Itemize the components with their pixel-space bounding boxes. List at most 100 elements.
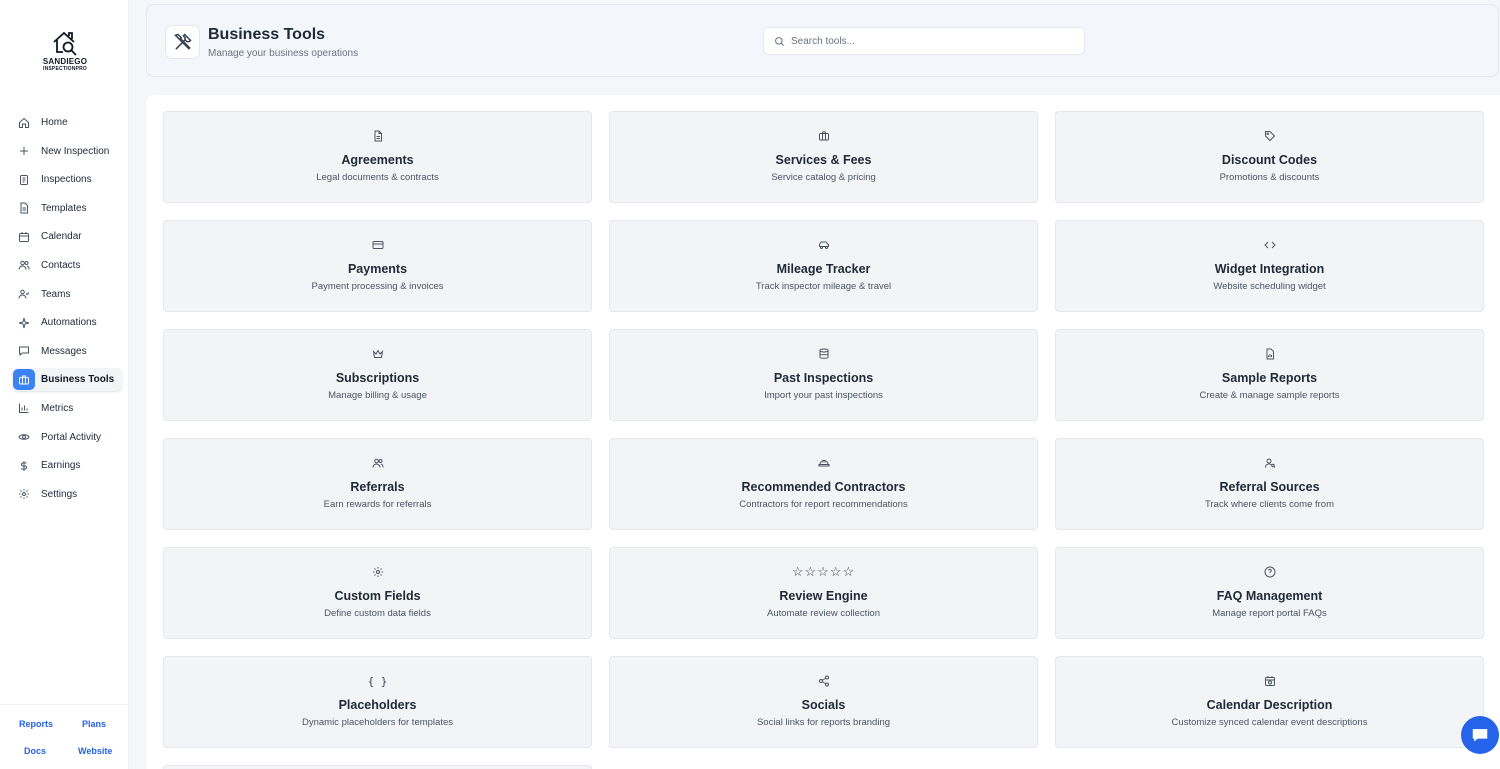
plus-icon: [17, 144, 31, 158]
tool-card-description: Contractors for report recommendations: [739, 499, 908, 510]
tool-card-title: Placeholders: [338, 698, 417, 712]
sidebar-footer: Reports Plans Docs Website: [0, 704, 129, 769]
eye-icon: [17, 430, 31, 444]
tool-card-title: Subscriptions: [335, 371, 420, 385]
tool-card-title: Review Engine: [779, 589, 868, 603]
sidebar-item-label: Inspections: [41, 174, 92, 186]
tool-card-description: Payment processing & invoices: [311, 281, 444, 292]
tool-card-sample-reports[interactable]: Sample Reports Create & manage sample rep…: [1055, 329, 1484, 421]
tool-card-description: Earn rewards for referrals: [323, 499, 432, 510]
tools-icon: [165, 25, 200, 59]
sidebar-item-label: Calendar: [41, 231, 82, 243]
sidebar-item-inspections[interactable]: Inspections: [12, 168, 122, 191]
tag-icon: [1056, 129, 1483, 143]
tool-card-widget-integration[interactable]: Widget Integration Website scheduling wid…: [1055, 220, 1484, 312]
tool-card-referrals[interactable]: Referrals Earn rewards for referrals: [163, 438, 592, 530]
users-icon: [164, 456, 591, 470]
brand-name: SANDIEGO: [42, 57, 88, 66]
tool-card-recommended-contractors[interactable]: Recommended Contractors Contractors for r…: [609, 438, 1038, 530]
sidebar-item-home[interactable]: Home: [12, 111, 122, 134]
tool-card-title: Past Inspections: [773, 371, 874, 385]
tool-card-title: Payments: [347, 262, 408, 276]
reports-link[interactable]: Reports: [19, 719, 53, 729]
tool-card-title: Custom Fields: [334, 589, 421, 603]
tool-card-discount-codes[interactable]: Discount Codes Promotions & discounts: [1055, 111, 1484, 203]
tool-card-past-inspections[interactable]: Past Inspections Import your past inspect…: [609, 329, 1038, 421]
calendar-icon: [17, 230, 31, 244]
tool-card-socials[interactable]: Socials Social links for reports branding: [609, 656, 1038, 748]
sidebar-item-label: New Inspection: [41, 145, 110, 157]
search-input[interactable]: [791, 35, 1071, 47]
sidebar-item-automations[interactable]: Automations: [12, 311, 122, 334]
sidebar-item-templates[interactable]: Templates: [12, 197, 122, 220]
tool-card-description: Define custom data fields: [324, 608, 431, 619]
brand-subname: INSPECTIONPRO: [43, 66, 87, 72]
tool-card-calendar-description[interactable]: Calendar Description Customize synced cal…: [1055, 656, 1484, 748]
car-icon: [610, 238, 1037, 252]
sidebar-item-teams[interactable]: Teams: [12, 283, 122, 306]
tool-card-partial[interactable]: [163, 765, 592, 769]
sidebar-item-contacts[interactable]: Contacts: [12, 254, 122, 277]
tool-card-title: Discount Codes: [1221, 153, 1318, 167]
sidebar-item-label: Business Tools: [41, 374, 115, 386]
hard-hat-icon: [610, 456, 1037, 470]
tool-card-services-fees[interactable]: Services & Fees Service catalog & pricing: [609, 111, 1038, 203]
sidebar-item-messages[interactable]: Messages: [12, 340, 122, 363]
tool-card-description: Track where clients come from: [1205, 499, 1334, 510]
tool-card-referral-sources[interactable]: Referral Sources Track where clients come…: [1055, 438, 1484, 530]
braces-icon: { }: [367, 674, 388, 688]
tool-card-title: Widget Integration: [1214, 262, 1325, 276]
credit-card-icon: [164, 238, 591, 252]
sidebar-item-label: Contacts: [41, 259, 81, 271]
briefcase-icon: [610, 129, 1037, 143]
tool-card-title: Calendar Description: [1206, 698, 1333, 712]
tool-card-description: Social links for reports branding: [756, 717, 891, 728]
help-circle-icon: [1056, 565, 1483, 579]
sidebar-item-settings[interactable]: Settings: [12, 483, 122, 506]
tool-card-title: Socials: [801, 698, 846, 712]
tool-card-review-engine[interactable]: ☆☆☆☆☆ Review Engine Automate review collec…: [609, 547, 1038, 639]
tool-card-title: FAQ Management: [1216, 589, 1323, 603]
bar-chart-icon: [17, 401, 31, 415]
tool-card-title: Sample Reports: [1221, 371, 1318, 385]
sidebar-nav: Home New Inspection Inspections Templates Ca…: [12, 111, 122, 511]
tool-card-subscriptions[interactable]: Subscriptions Manage billing & usage: [163, 329, 592, 421]
crown-icon: [164, 347, 591, 361]
chat-button[interactable]: [1461, 716, 1499, 754]
tool-card-faq-management[interactable]: FAQ Management Manage report portal FAQs: [1055, 547, 1484, 639]
plans-link[interactable]: Plans: [82, 719, 106, 729]
tool-card-description: Website scheduling widget: [1213, 281, 1326, 292]
sidebar-item-calendar[interactable]: Calendar: [12, 225, 122, 248]
sidebar-item-label: Portal Activity: [41, 431, 102, 443]
tool-card-custom-fields[interactable]: Custom Fields Define custom data fields: [163, 547, 592, 639]
share-icon: [610, 674, 1037, 688]
tool-card-mileage-tracker[interactable]: Mileage Tracker Track inspector mileage &…: [609, 220, 1038, 312]
page-title: Business Tools: [208, 26, 326, 43]
sidebar-item-label: Earnings: [41, 460, 81, 472]
tool-card-description: Track inspector mileage & travel: [755, 281, 892, 292]
five-stars-icon: ☆☆☆☆☆: [791, 564, 856, 579]
clipboard-icon: [17, 173, 31, 187]
tool-card-description: Customize synced calendar event descript…: [1171, 717, 1368, 728]
tool-card-title: Services & Fees: [775, 153, 872, 167]
dollar-icon: [17, 459, 31, 473]
tool-card-agreements[interactable]: Agreements Legal documents & contracts: [163, 111, 592, 203]
tool-card-placeholders[interactable]: { } Placeholders Dynamic placeholders for …: [163, 656, 592, 748]
tool-card-description: Import your past inspections: [764, 390, 883, 401]
sidebar-item-new-inspection[interactable]: New Inspection: [12, 140, 122, 163]
sidebar-item-label: Settings: [41, 488, 78, 500]
sidebar-item-portal-activity[interactable]: Portal Activity: [12, 426, 122, 449]
docs-link[interactable]: Docs: [24, 746, 46, 756]
document-icon: [17, 201, 31, 215]
brand-logo[interactable]: SANDIEGO INSPECTIONPRO: [30, 30, 100, 80]
website-link[interactable]: Website: [78, 746, 112, 756]
sidebar-item-earnings[interactable]: Earnings: [12, 454, 122, 477]
database-icon: [610, 347, 1037, 361]
file-chart-icon: [1056, 347, 1483, 361]
tool-card-payments[interactable]: Payments Payment processing & invoices: [163, 220, 592, 312]
sidebar-item-business-tools[interactable]: Business Tools: [12, 368, 122, 392]
tool-card-title: Mileage Tracker: [776, 262, 871, 276]
sidebar-item-label: Automations: [41, 317, 97, 329]
tool-card-description: Promotions & discounts: [1219, 172, 1320, 183]
sidebar-item-metrics[interactable]: Metrics: [12, 397, 122, 420]
